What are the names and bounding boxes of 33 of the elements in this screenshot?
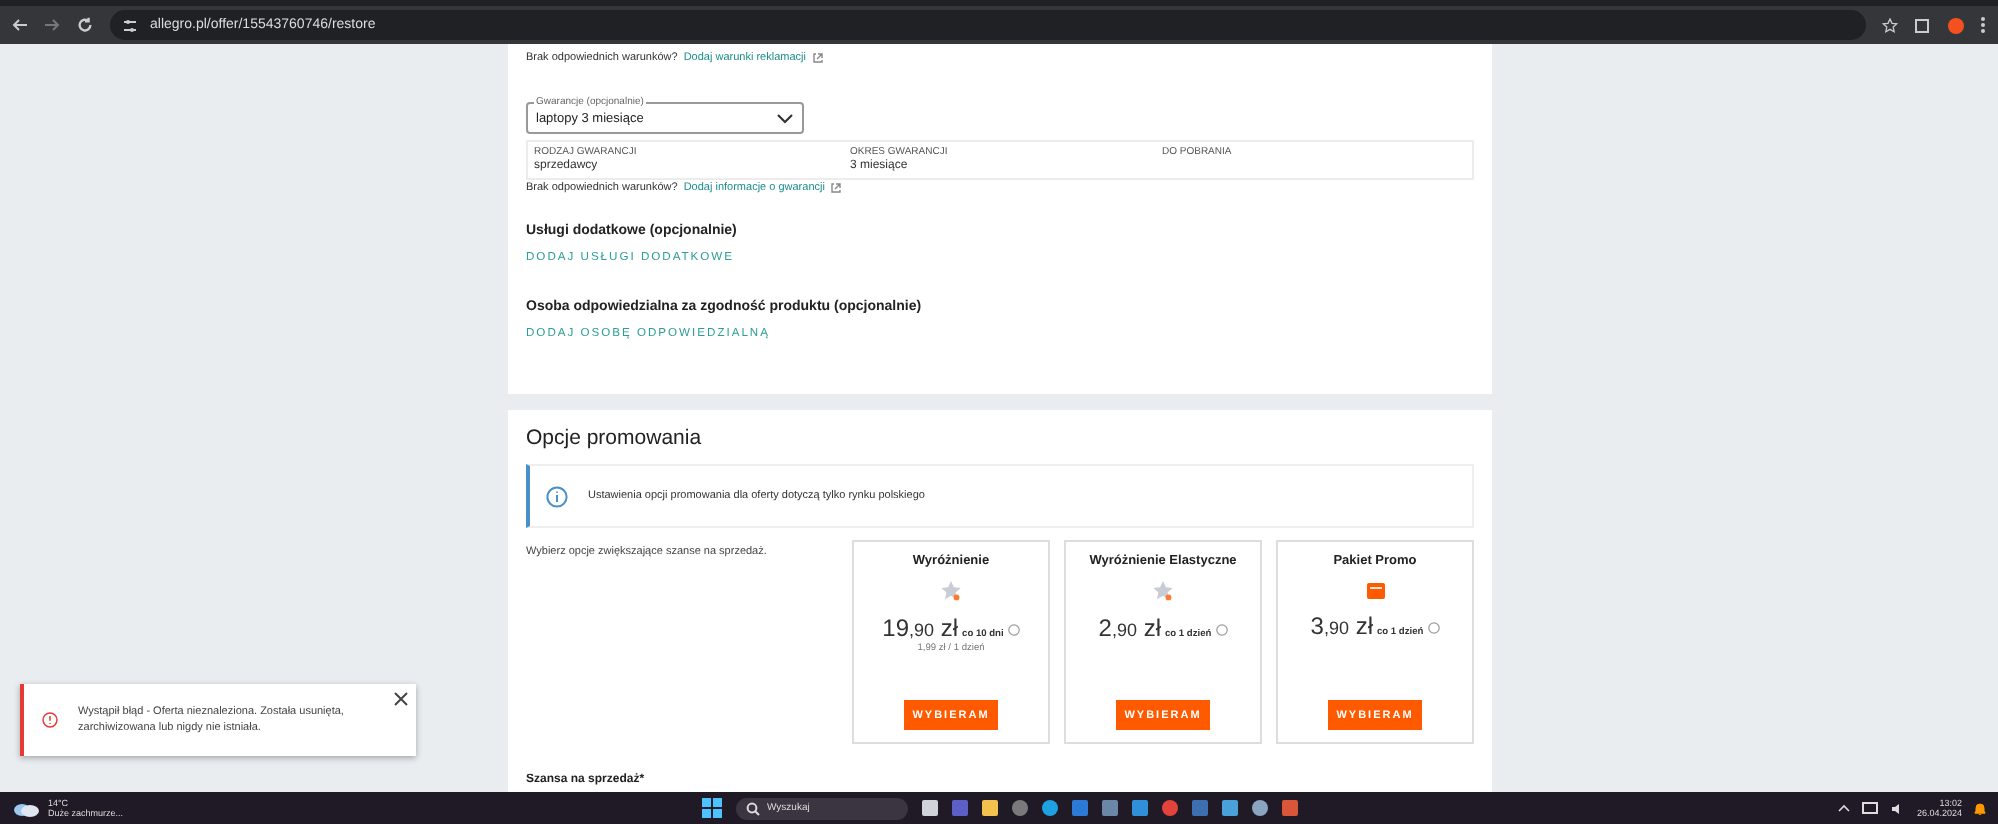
error-icon <box>42 708 59 732</box>
menu-icon[interactable] <box>1980 16 1986 34</box>
back-icon[interactable] <box>12 18 28 32</box>
caret-icon[interactable] <box>1838 804 1851 812</box>
external-link-icon <box>811 52 824 64</box>
help-icon <box>1007 624 1020 636</box>
volume-icon[interactable] <box>1890 801 1905 815</box>
star-icon <box>1152 580 1174 602</box>
app-icon[interactable] <box>1281 800 1297 816</box>
help-icon <box>1215 624 1228 636</box>
price: 19,90 zł <box>882 614 959 642</box>
profile-avatar-icon[interactable] <box>1948 17 1964 33</box>
forward-icon[interactable] <box>44 18 60 32</box>
bell-icon[interactable] <box>1974 801 1986 815</box>
cloud-icon[interactable] <box>12 799 40 817</box>
star-icon <box>940 580 962 602</box>
extensions-icon[interactable] <box>1914 16 1932 34</box>
price: 3,90 zł <box>1310 612 1373 640</box>
search-icon <box>745 801 759 815</box>
site-settings-icon[interactable] <box>122 17 138 33</box>
windows-start-icon[interactable] <box>701 798 721 818</box>
reload-icon[interactable] <box>76 16 94 34</box>
external-link-icon <box>830 182 843 194</box>
bookmark-star-icon[interactable] <box>1882 17 1898 33</box>
section-title: Opcje promowania <box>526 426 704 450</box>
app-icon[interactable] <box>1011 800 1027 816</box>
close-icon[interactable] <box>394 692 408 706</box>
price: 2,90 zł <box>1098 614 1161 642</box>
help-icon <box>1427 622 1440 634</box>
network-icon[interactable] <box>1862 801 1879 815</box>
chevron-down-icon <box>776 113 794 123</box>
info-icon <box>546 485 568 507</box>
package-icon <box>1365 580 1385 600</box>
